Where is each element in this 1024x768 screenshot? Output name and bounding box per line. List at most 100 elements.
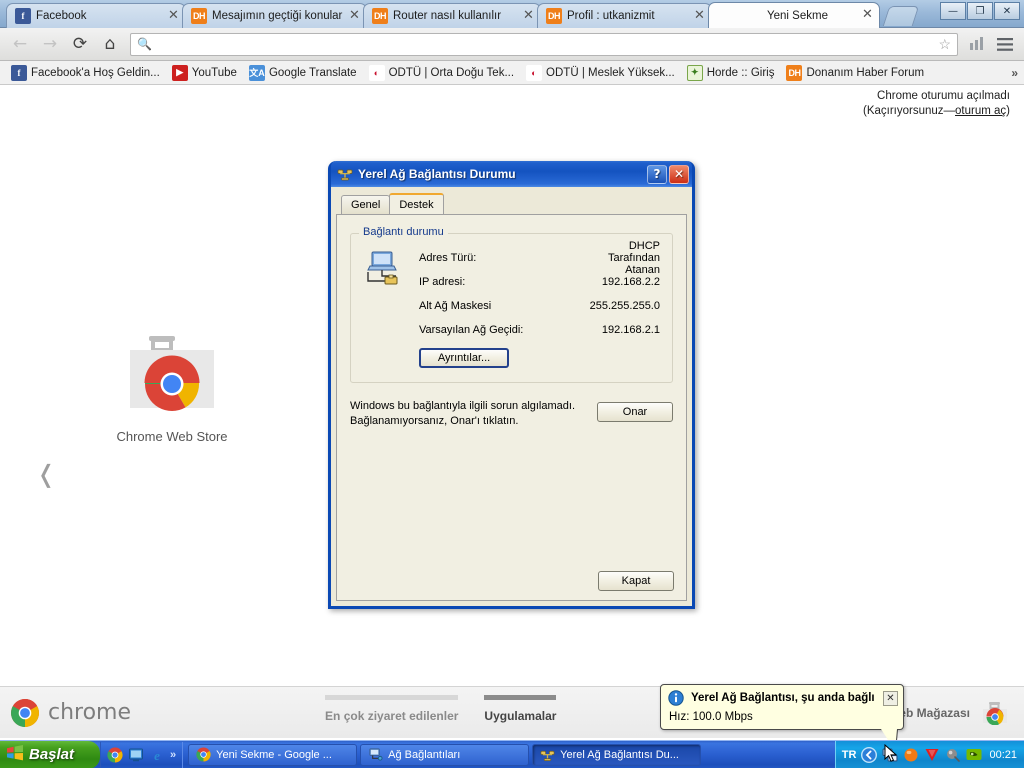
network-connection-icon (539, 747, 555, 763)
maximize-button[interactable]: ❐ (967, 2, 993, 20)
odtu-icon: ◐ (368, 64, 385, 81)
bookmark-odtu-meslek[interactable]: ◐ ODTÜ | Meslek Yüksek... (521, 63, 680, 83)
taskbar-clock[interactable]: 00:21 (989, 749, 1017, 761)
browser-tab-router[interactable]: DH Router nasıl kullanılır ✕ (363, 3, 541, 28)
address-bar[interactable]: 🔍 ☆ (130, 32, 958, 56)
tray-expand-icon[interactable] (861, 746, 878, 763)
v-red-icon[interactable] (924, 747, 940, 763)
dialog-title-bar[interactable]: Yerel Ağ Bağlantısı Durumu ? ✕ (331, 161, 692, 187)
detail-row: Alt Ağ Maskesi 255.255.255.0 (419, 294, 660, 318)
browser-tab-yeni-sekme[interactable]: Yeni Sekme ✕ (708, 2, 880, 28)
task-buttons: Yeni Sekme - Google ... Ağ Bağlantıları (188, 743, 835, 766)
volume-icon[interactable] (945, 747, 961, 763)
bookmark-odtu-orta-dogu[interactable]: ◐ ODTÜ | Orta Doğu Tek... (364, 63, 519, 83)
detail-value: DHCP Tarafından Atanan (608, 240, 660, 276)
menu-icon[interactable] (992, 31, 1018, 57)
facebook-icon: f (15, 8, 31, 24)
bookmark-donanim-haber[interactable]: DH Donanım Haber Forum (781, 63, 929, 83)
taskbar-item-network-connections[interactable]: Ağ Bağlantıları (360, 743, 530, 766)
repair-description: Windows bu bağlantıyla ilgili sorun algı… (350, 399, 597, 429)
chrome-icon[interactable] (107, 746, 123, 763)
tab-close-icon[interactable]: ✕ (167, 9, 180, 23)
bookmarks-overflow-icon[interactable]: » (1011, 66, 1018, 80)
groupbox-title: Bağlantı durumu (359, 226, 448, 238)
start-button[interactable]: Başlat (0, 740, 100, 768)
webstore-tile[interactable]: Chrome Web Store (110, 332, 234, 444)
bookmark-horde[interactable]: ✦ Horde :: Giriş (682, 63, 780, 83)
sync-promo-line1: Chrome oturumu açılmadı (877, 90, 1010, 102)
youtube-icon: ▶ (171, 64, 188, 81)
section-label: En çok ziyaret edilenler (325, 708, 459, 723)
bookmark-google-translate[interactable]: 文A Google Translate (244, 63, 362, 83)
help-button[interactable]: ? (647, 164, 667, 184)
bookmark-facebook[interactable]: f Facebook'a Hoş Geldin... (6, 63, 165, 83)
tab-close-icon[interactable]: ✕ (861, 8, 874, 22)
donanimhaber-icon: DH (786, 64, 803, 81)
windows-flag-icon (6, 744, 24, 765)
donanimhaber-icon: DH (191, 8, 207, 24)
tab-close-icon[interactable]: ✕ (348, 9, 361, 23)
svg-text:e: e (154, 748, 160, 763)
info-icon (668, 690, 684, 706)
bookmark-label: ODTÜ | Orta Doğu Tek... (388, 66, 515, 79)
nvidia-icon[interactable] (966, 747, 982, 763)
browser-tab-mesajimin[interactable]: DH Mesajımın geçtiği konular ✕ (182, 3, 367, 28)
tab-strip: f Facebook ✕ DH Mesajımın geçtiği konula… (0, 0, 1024, 28)
section-most-visited[interactable]: En çok ziyaret edilenler (325, 694, 459, 723)
balloon-close-icon[interactable]: ✕ (883, 690, 898, 706)
section-apps[interactable]: Uygulamalar (484, 694, 557, 723)
bookmark-label: Horde :: Giriş (706, 66, 775, 79)
chevron-left-icon[interactable]: ❬ (36, 460, 56, 488)
browser-tab-facebook[interactable]: f Facebook ✕ (6, 3, 186, 28)
tab-close-icon[interactable]: ✕ (522, 9, 535, 23)
sync-promo-line2: (Kaçırıyorsunuz—oturum aç) (863, 104, 1010, 119)
show-desktop-icon[interactable] (128, 747, 144, 763)
dialog-close-button[interactable]: ✕ (669, 164, 689, 184)
minimize-button[interactable]: — (940, 2, 966, 20)
close-button[interactable]: ✕ (994, 2, 1020, 20)
repair-button[interactable]: Onar (597, 402, 673, 422)
bookmark-label: Donanım Haber Forum (806, 66, 925, 79)
internet-explorer-icon[interactable]: e (149, 747, 165, 763)
windows-taskbar: Başlat e » Yeni Sekme - Google ... Ağ Ba… (0, 740, 1024, 768)
browser-tab-profil[interactable]: DH Profil : utkanizmit ✕ (537, 3, 712, 28)
tab-destek[interactable]: Destek (389, 193, 444, 214)
chrome-logo-icon (11, 698, 39, 727)
bar-chart-icon[interactable] (964, 31, 990, 57)
sync-promo-prefix: (Kaçırıyorsunuz— (862, 105, 956, 117)
repair-line2: Bağlanamıyorsanız, Onar'ı tıklatın. (350, 415, 519, 427)
donanimhaber-icon: DH (372, 8, 388, 24)
tab-close-icon[interactable]: ✕ (693, 9, 706, 23)
reload-icon[interactable]: ⟳ (66, 31, 94, 57)
details-button[interactable]: Ayrıntılar... (419, 348, 509, 368)
chrome-brand: chrome (10, 698, 131, 728)
close-footer-button[interactable]: Kapat (598, 571, 674, 591)
detail-row: Adres Türü: DHCP Tarafından Atanan (419, 240, 660, 276)
dialog-footer: Kapat (598, 571, 674, 591)
network-balloon-notification: Yerel Ağ Bağlantısı, şu anda bağlı ✕ Hız… (660, 684, 904, 751)
bookmark-label: ODTÜ | Meslek Yüksek... (546, 66, 675, 79)
facebook-icon: f (11, 64, 27, 81)
web-store-link[interactable]: Web Mağazası (888, 701, 1008, 725)
quick-launch-overflow-icon[interactable]: » (170, 749, 176, 761)
dialog-tabs: Genel Destek (336, 193, 687, 214)
taskbar-item-network-status[interactable]: Yerel Ağ Bağlantısı Du... (532, 743, 702, 766)
forward-icon[interactable]: → (36, 31, 64, 57)
start-button-label: Başlat (29, 746, 75, 763)
taskbar-item-chrome[interactable]: Yeni Sekme - Google ... (188, 743, 358, 766)
bookmark-youtube[interactable]: ▶ YouTube (167, 63, 242, 83)
screen-root: f Facebook ✕ DH Mesajımın geçtiği konula… (0, 0, 1024, 768)
taskbar-item-label: Ağ Bağlantıları (388, 748, 461, 761)
detail-value: 192.168.2.1 (601, 324, 660, 336)
language-indicator[interactable]: TR (842, 749, 857, 761)
tab-genel[interactable]: Genel (341, 195, 391, 214)
computer-network-icon (365, 250, 405, 286)
sign-in-link[interactable]: oturum aç (955, 105, 1006, 117)
bookmark-star-icon[interactable]: ☆ (938, 36, 951, 53)
sync-promo-suffix: ) (1006, 105, 1010, 117)
home-icon[interactable]: ⌂ (96, 31, 124, 57)
destek-panel: Bağlantı durumu Adres Türü: DHCP Tarafın… (336, 214, 687, 601)
orange-ball-icon[interactable] (903, 747, 919, 763)
new-tab-button[interactable] (882, 6, 920, 26)
back-icon[interactable]: ← (6, 31, 34, 57)
